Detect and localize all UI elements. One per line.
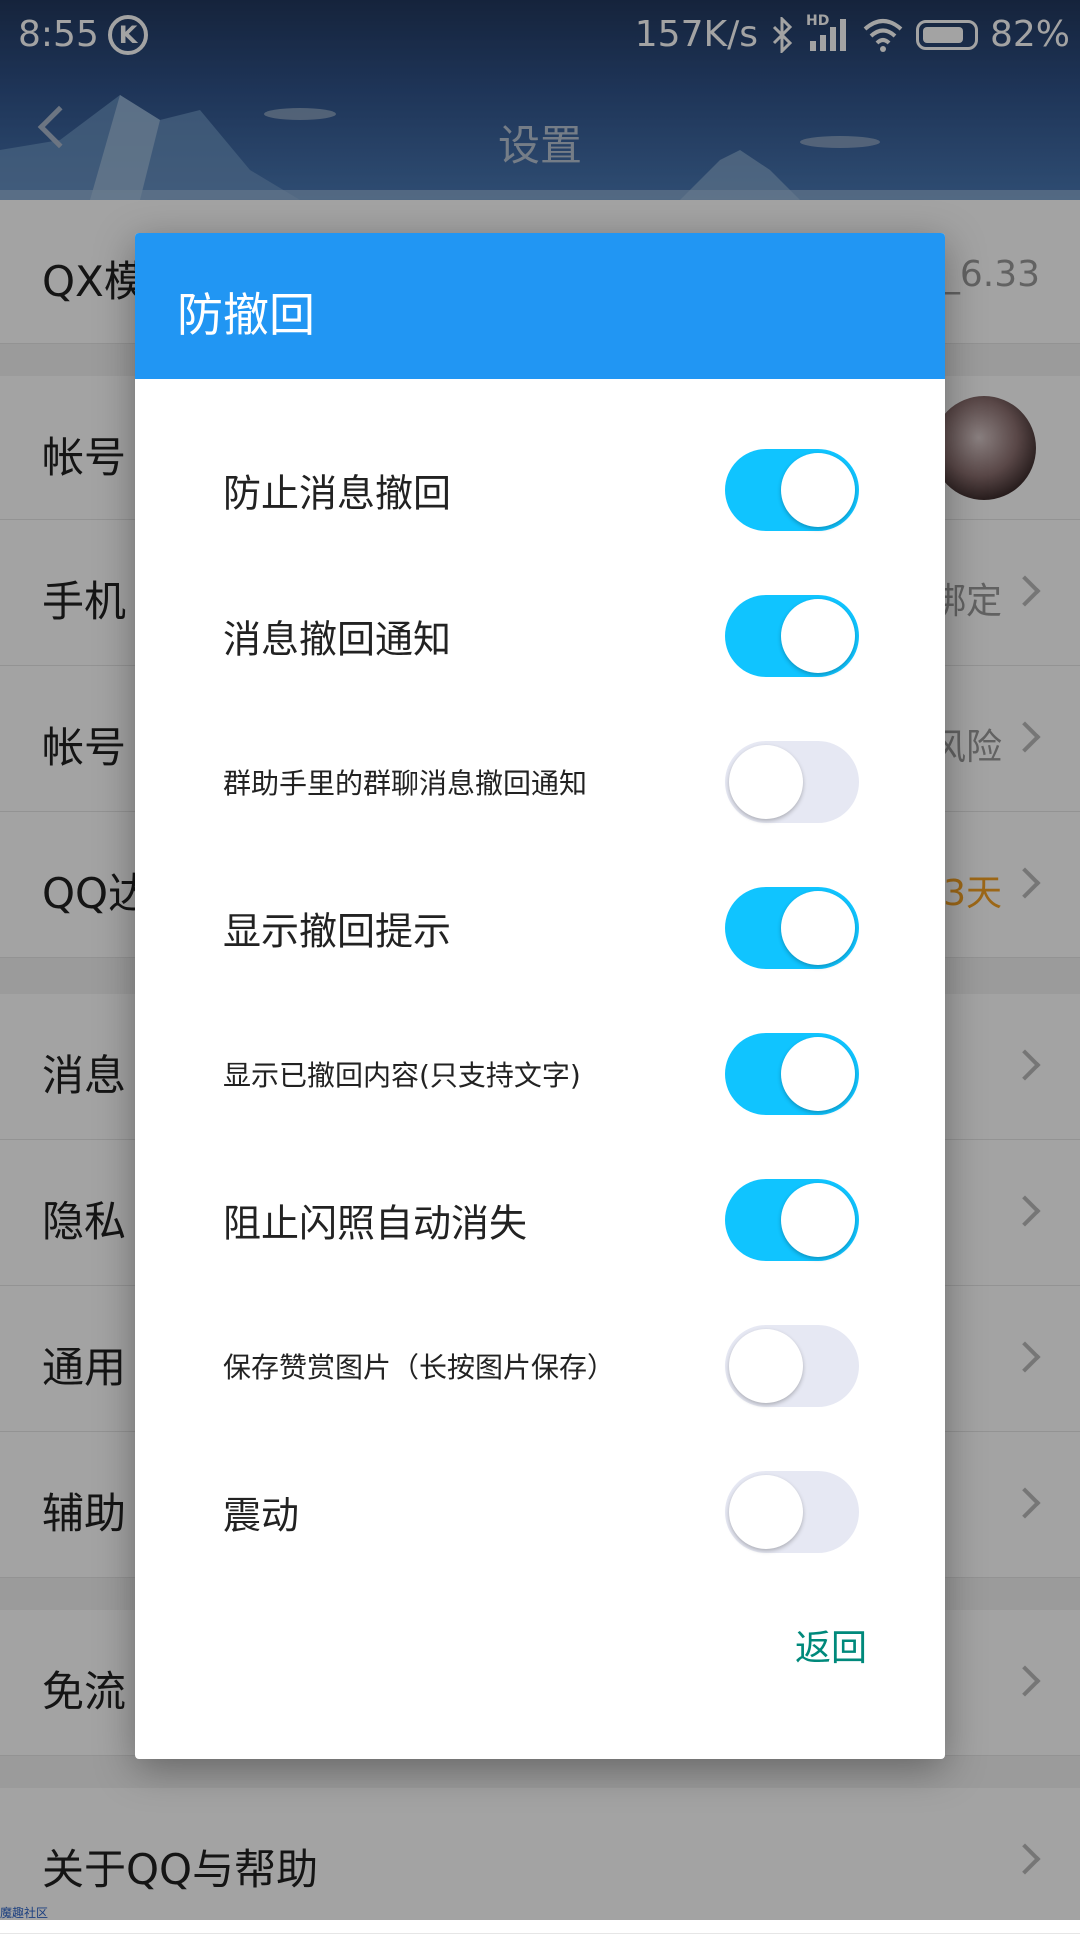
- option-show-recalled-content: 显示已撤回内容(只支持文字): [135, 1014, 945, 1134]
- option-label: 显示撤回提示: [223, 909, 452, 954]
- toggle-switch[interactable]: [725, 1179, 859, 1261]
- toggle-knob: [781, 453, 855, 527]
- toggle-knob: [729, 745, 803, 819]
- toggle-knob: [729, 1329, 803, 1403]
- option-vibrate: 震动: [135, 1452, 945, 1572]
- toggle-knob: [781, 1037, 855, 1111]
- option-group-helper-notify: 群助手里的群聊消息撤回通知: [135, 722, 945, 842]
- option-recall-notify: 消息撤回通知: [135, 576, 945, 696]
- option-label: 防止消息撤回: [223, 471, 452, 516]
- option-show-recall-tip: 显示撤回提示: [135, 868, 945, 988]
- anti-recall-dialog: 防撤回 防止消息撤回 消息撤回通知 群助手里的群聊消息撤回通知 显示撤回提示 显…: [135, 233, 945, 1759]
- toggle-knob: [781, 891, 855, 965]
- toggle-knob: [781, 599, 855, 673]
- option-label: 消息撤回通知: [223, 617, 452, 662]
- option-label: 群助手里的群聊消息撤回通知: [223, 767, 588, 800]
- option-keep-flash-photo: 阻止闪照自动消失: [135, 1160, 945, 1280]
- toggle-switch[interactable]: [725, 595, 859, 677]
- toggle-knob: [781, 1183, 855, 1257]
- toggle-knob: [729, 1475, 803, 1549]
- option-save-reward-image: 保存赞赏图片（长按图片保存）: [135, 1306, 945, 1426]
- option-label: 震动: [223, 1493, 300, 1538]
- option-label: 保存赞赏图片（长按图片保存）: [223, 1351, 616, 1384]
- toggle-switch[interactable]: [725, 1471, 859, 1553]
- toggle-switch[interactable]: [725, 1325, 859, 1407]
- option-label: 显示已撤回内容(只支持文字): [223, 1059, 581, 1092]
- toggle-switch[interactable]: [725, 449, 859, 531]
- dialog-title: 防撤回: [177, 288, 315, 342]
- option-label: 阻止闪照自动消失: [223, 1201, 528, 1246]
- option-prevent-recall: 防止消息撤回: [135, 430, 945, 550]
- toggle-switch[interactable]: [725, 1033, 859, 1115]
- toggle-switch[interactable]: [725, 741, 859, 823]
- toggle-switch[interactable]: [725, 887, 859, 969]
- dialog-header: 防撤回: [135, 233, 945, 379]
- return-button[interactable]: 返回: [795, 1619, 867, 1671]
